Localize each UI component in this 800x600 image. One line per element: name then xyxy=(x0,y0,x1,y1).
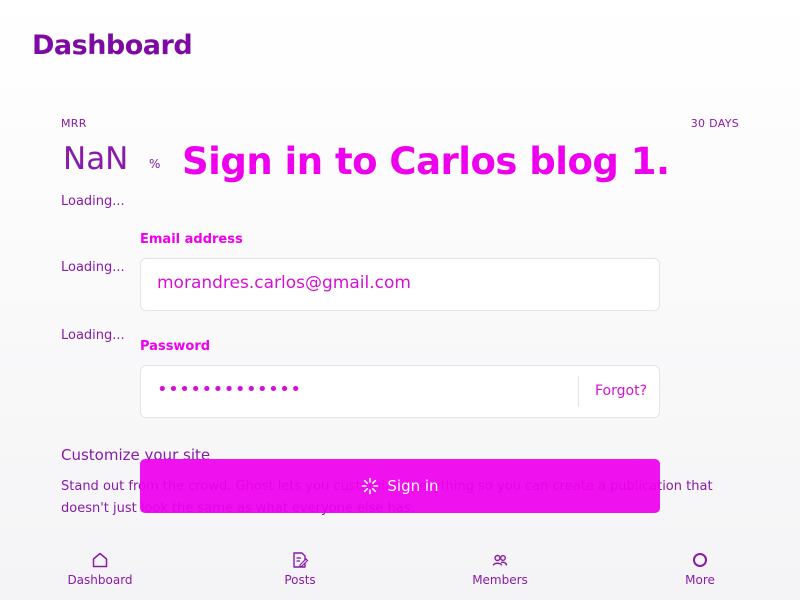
signin-title: Sign in to Carlos blog 1. xyxy=(182,140,670,183)
nav-item-members[interactable]: Members xyxy=(440,540,560,596)
email-label: Email address xyxy=(140,232,243,247)
loading-text: Loading... xyxy=(61,328,125,343)
bottom-nav: Dashboard Posts Members More xyxy=(0,540,800,600)
spinner-icon xyxy=(361,477,379,495)
mrr-unit: % xyxy=(149,157,161,171)
nav-label: Dashboard xyxy=(67,573,133,587)
divider xyxy=(578,376,579,407)
nav-item-dashboard[interactable]: Dashboard xyxy=(40,540,160,596)
loading-text: Loading... xyxy=(61,260,125,275)
nav-label: Members xyxy=(472,573,528,587)
mrr-value: NaN xyxy=(63,141,129,177)
forgot-password-link[interactable]: Forgot? xyxy=(595,383,647,399)
members-icon xyxy=(492,554,508,566)
edit-icon xyxy=(293,552,309,568)
loading-text: Loading... xyxy=(61,194,125,209)
mrr-label: MRR xyxy=(61,117,87,130)
signin-button-label: Sign in xyxy=(387,477,439,495)
nav-item-more[interactable]: More xyxy=(640,540,760,596)
nav-label: More xyxy=(685,573,715,587)
date-range-label[interactable]: 30 DAYS xyxy=(691,117,739,130)
email-value: morandres.carlos@gmail.com xyxy=(157,273,411,293)
email-field[interactable]: morandres.carlos@gmail.com xyxy=(140,258,660,311)
more-icon xyxy=(693,553,707,567)
password-value: ••••••••••••• xyxy=(157,379,302,400)
home-icon xyxy=(92,552,108,568)
password-field[interactable]: ••••••••••••• Forgot? xyxy=(140,365,660,418)
page-title: Dashboard xyxy=(32,30,193,61)
nav-label: Posts xyxy=(284,573,316,587)
signin-button[interactable]: Sign in xyxy=(140,459,660,513)
password-label: Password xyxy=(140,339,211,354)
nav-item-posts[interactable]: Posts xyxy=(240,540,360,596)
